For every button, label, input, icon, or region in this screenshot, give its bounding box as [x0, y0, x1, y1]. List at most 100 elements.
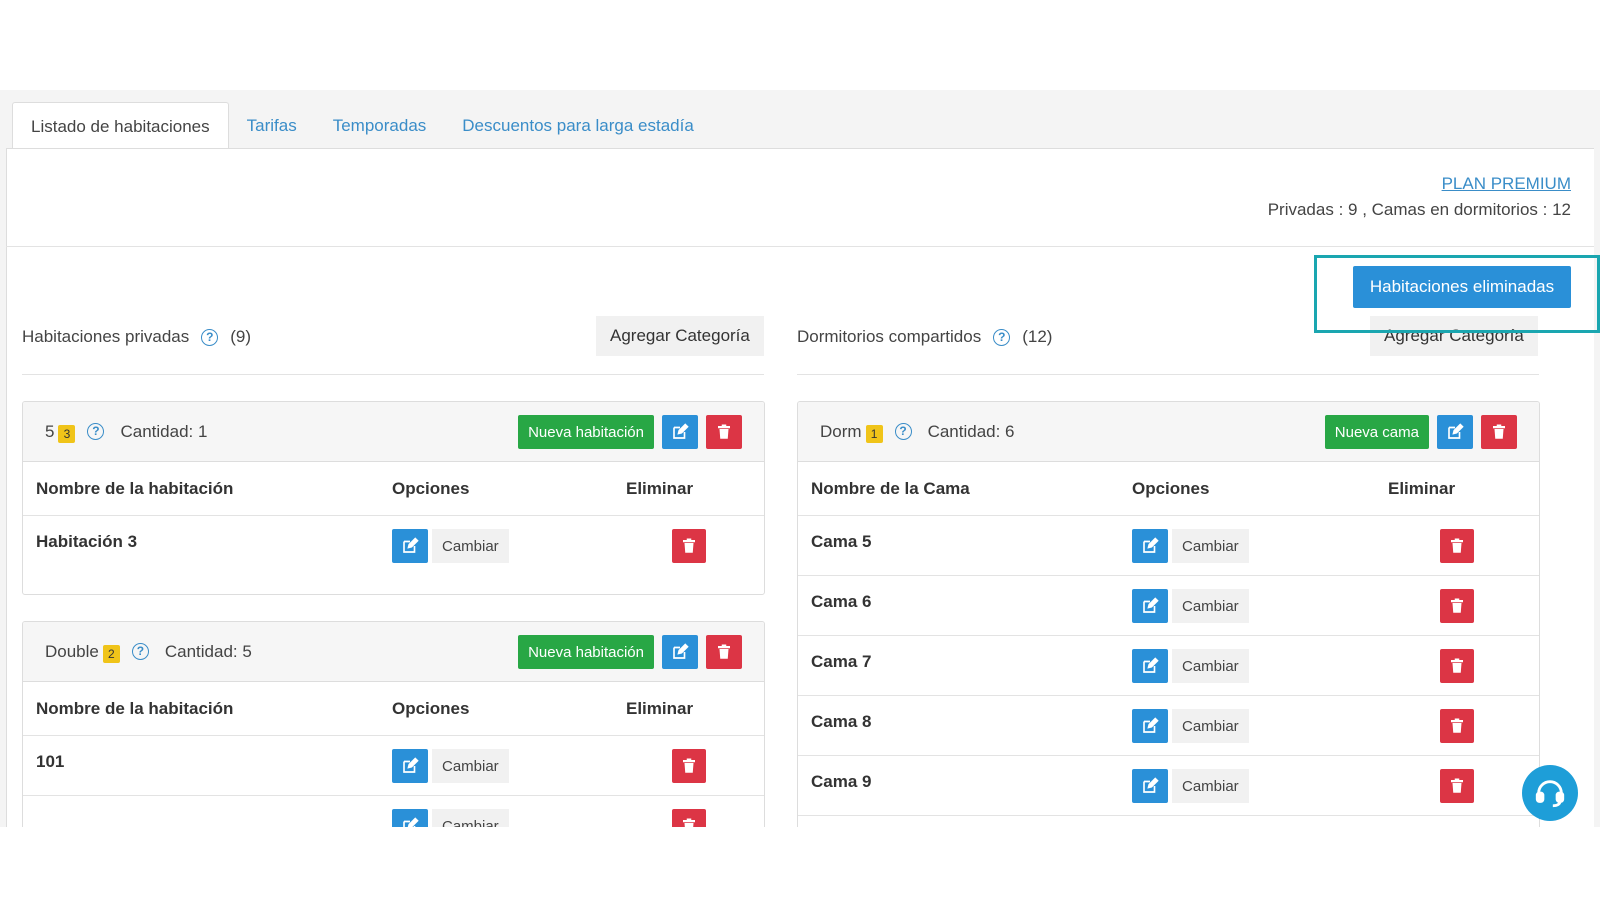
room-category-card: 5 3 ? Cantidad: 1 Nueva habitación Nombr… [22, 401, 765, 595]
tab-rates[interactable]: Tarifas [229, 102, 315, 149]
plan-premium-link[interactable]: PLAN PREMIUM [1442, 174, 1571, 194]
delete-bed-button[interactable] [1440, 709, 1474, 743]
change-button[interactable]: Cambiar [432, 809, 509, 827]
table-row: Cama 9 Cambiar [798, 756, 1539, 816]
bed-name: Cama 8 [811, 712, 872, 731]
private-rooms-count: (9) [230, 327, 252, 346]
tab-room-list[interactable]: Listado de habitaciones [12, 102, 229, 149]
card-header: 5 3 ? Cantidad: 1 Nueva habitación [23, 402, 764, 462]
edit-bed-button[interactable] [1132, 529, 1168, 563]
table-header: Nombre de la habitación Opciones Elimina… [23, 682, 764, 736]
delete-room-button[interactable] [672, 749, 706, 783]
change-button[interactable]: Cambiar [1172, 709, 1249, 743]
column-header-delete: Eliminar [626, 698, 694, 718]
row-delete [1440, 709, 1474, 743]
category-quantity: Cantidad: 5 [164, 641, 252, 661]
edit-icon [403, 757, 419, 773]
column-header-name: Nombre de la habitación [36, 478, 234, 498]
room-name: 101 [36, 752, 65, 771]
new-bed-button[interactable]: Nueva cama [1324, 415, 1429, 449]
edit-bed-button[interactable] [1132, 649, 1168, 683]
edit-icon [1143, 777, 1159, 793]
help-icon[interactable]: ? [894, 423, 912, 440]
edit-category-button[interactable] [662, 635, 698, 669]
edit-icon [1448, 423, 1464, 439]
help-icon[interactable]: ? [131, 643, 149, 660]
category-quantity: Cantidad: 1 [120, 421, 208, 441]
add-category-private-button[interactable]: Agregar Categoría [596, 316, 764, 356]
edit-room-button[interactable] [392, 809, 428, 827]
column-header-options: Opciones [1132, 478, 1210, 498]
edit-bed-button[interactable] [1132, 709, 1168, 743]
delete-bed-button[interactable] [1440, 649, 1474, 683]
trash-icon [1451, 718, 1463, 733]
row-delete [672, 529, 706, 563]
support-chat-button[interactable] [1522, 765, 1578, 821]
table-row: Cama 6 Cambiar [798, 576, 1539, 636]
change-button[interactable]: Cambiar [1172, 589, 1249, 623]
table-header: Nombre de la habitación Opciones Elimina… [23, 462, 764, 516]
card-actions: Nueva habitación [518, 415, 742, 449]
row-options: Cambiar [392, 809, 509, 827]
room-category-card: Double 2 ? Cantidad: 5 Nueva habitación … [22, 621, 765, 827]
change-button[interactable]: Cambiar [1172, 529, 1249, 563]
delete-category-button[interactable] [706, 415, 742, 449]
change-button[interactable]: Cambiar [1172, 649, 1249, 683]
column-header-delete: Eliminar [1388, 478, 1456, 498]
category-name: 5 [45, 421, 55, 441]
row-delete [1440, 529, 1474, 563]
app-container: Listado de habitaciones Tarifas Temporad… [0, 90, 1600, 827]
category-name: Dorm [820, 421, 862, 441]
row-options: Cambiar [1132, 589, 1249, 623]
bed-name: Cama 5 [811, 532, 872, 551]
edit-category-button[interactable] [662, 415, 698, 449]
change-button[interactable]: Cambiar [1172, 769, 1249, 803]
category-name: Double [45, 641, 99, 661]
help-icon[interactable]: ? [993, 328, 1011, 346]
change-button[interactable]: Cambiar [432, 529, 509, 563]
edit-bed-button[interactable] [1132, 769, 1168, 803]
delete-bed-button[interactable] [1440, 589, 1474, 623]
tab-seasons[interactable]: Temporadas [315, 102, 445, 149]
table-row: Habitación 3 Cambiar [23, 516, 764, 594]
delete-bed-button[interactable] [1440, 529, 1474, 563]
delete-room-button[interactable] [672, 809, 706, 827]
edit-room-button[interactable] [392, 529, 428, 563]
trash-icon [1451, 778, 1463, 793]
row-delete [1440, 769, 1474, 803]
delete-category-button[interactable] [706, 635, 742, 669]
edit-icon [673, 643, 689, 659]
trash-icon [683, 818, 695, 827]
trash-icon [1493, 424, 1505, 439]
private-rooms-heading: Habitaciones privadas ? (9) [22, 322, 251, 352]
table-row: Cambiar [23, 796, 764, 827]
edit-room-button[interactable] [392, 749, 428, 783]
delete-room-button[interactable] [672, 529, 706, 563]
column-header-name: Nombre de la Cama [811, 478, 970, 498]
column-header-options: Opciones [392, 478, 470, 498]
row-options: Cambiar [1132, 769, 1249, 803]
change-button[interactable]: Cambiar [432, 749, 509, 783]
deleted-rooms-button[interactable]: Habitaciones eliminadas [1353, 266, 1571, 308]
delete-category-button[interactable] [1481, 415, 1517, 449]
new-room-button[interactable]: Nueva habitación [518, 635, 654, 669]
edit-bed-button[interactable] [1132, 589, 1168, 623]
help-icon[interactable]: ? [201, 328, 219, 346]
edit-icon [1143, 657, 1159, 673]
row-delete [1440, 589, 1474, 623]
tab-bar: Listado de habitaciones Tarifas Temporad… [12, 102, 712, 149]
delete-bed-button[interactable] [1440, 769, 1474, 803]
new-room-button[interactable]: Nueva habitación [518, 415, 654, 449]
tab-long-stay-discounts[interactable]: Descuentos para larga estadía [444, 102, 712, 149]
edit-icon [403, 817, 419, 827]
trash-icon [683, 538, 695, 553]
card-actions: Nueva habitación [518, 635, 742, 669]
row-options: Cambiar [392, 529, 509, 563]
row-options: Cambiar [1132, 649, 1249, 683]
help-icon[interactable]: ? [87, 423, 105, 440]
bed-list: Cama 5 Cambiar Cama 6 Cambiar Cama 7 Cambiar C… [798, 516, 1539, 816]
table-header: Nombre de la Cama Opciones Eliminar [798, 462, 1539, 516]
column-header-delete: Eliminar [626, 478, 694, 498]
edit-category-button[interactable] [1437, 415, 1473, 449]
divider [6, 246, 1594, 247]
